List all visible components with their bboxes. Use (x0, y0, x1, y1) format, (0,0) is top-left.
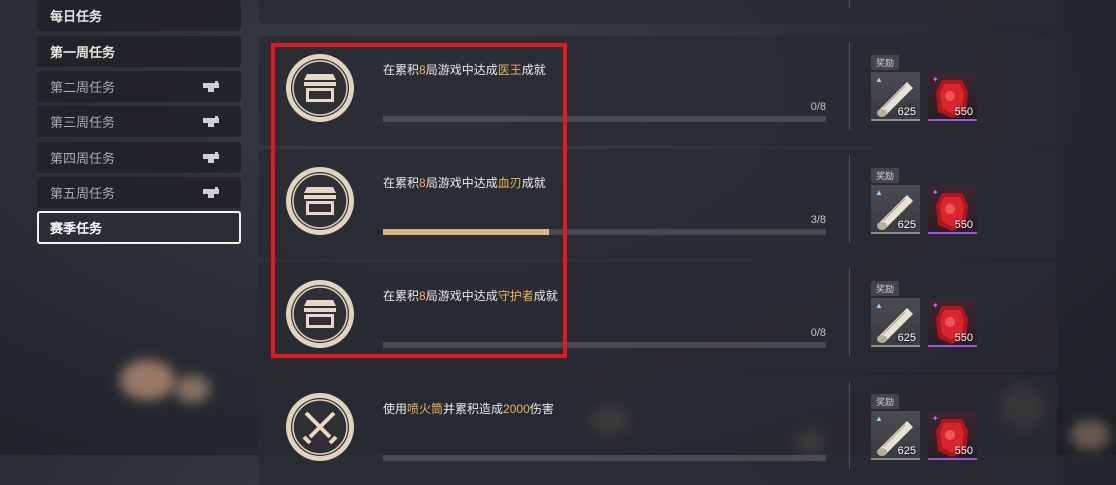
sidebar-item-week2[interactable]: 第二周任务 (37, 71, 241, 102)
progress-bar (383, 455, 826, 461)
item-rarity-icon: ✦ (932, 188, 939, 197)
bokeh-light (175, 375, 210, 403)
item-rarity-icon: ▲ (875, 301, 883, 310)
reward-item-gem[interactable]: ✦ 550 (928, 185, 977, 234)
sidebar-item-label: 第五周任务 (50, 186, 116, 201)
reward-item-gem[interactable]: ✦ 550 (928, 411, 977, 460)
sidebar-item-week3[interactable]: 第三周任务 (37, 106, 241, 137)
reward-qty: 625 (897, 106, 916, 118)
bokeh-light (120, 360, 175, 400)
sidebar-item-week5[interactable]: 第五周任务 (37, 177, 241, 208)
sidebar-item-label: 第二周任务 (50, 80, 116, 95)
reward-qty: 625 (897, 332, 916, 344)
lock-icon (203, 81, 219, 92)
lock-icon (203, 187, 219, 198)
progress-count: 3/8 (810, 214, 826, 226)
task-description: 在累积8局游戏中达成血刃成就 (383, 176, 546, 190)
task-card[interactable]: 使用喷火筒并累积造成2000伤害 奖励 ▲ 625 ✦ 550 (258, 375, 1057, 485)
reward-qty: 550 (954, 445, 973, 457)
sidebar-item-label: 赛季任务 (50, 221, 103, 236)
reward-item-scroll[interactable]: ▲ 625 (871, 72, 920, 121)
item-rarity-icon: ▲ (875, 75, 883, 84)
item-rarity-icon: ▲ (875, 188, 883, 197)
reward-label: 奖励 (871, 281, 900, 296)
reward-item-scroll[interactable]: ▲ 625 (871, 411, 920, 460)
reward-qty: 550 (954, 332, 973, 344)
divider (849, 42, 850, 130)
lock-icon (203, 116, 219, 127)
lock-icon (203, 152, 219, 163)
reward-qty: 550 (954, 106, 973, 118)
sidebar-item-label: 每日任务 (50, 9, 103, 24)
reward-label: 奖励 (871, 394, 900, 409)
divider (849, 381, 850, 469)
sidebar-item-label: 第三周任务 (50, 115, 116, 130)
chest-icon (284, 0, 356, 2)
sidebar-item-daily[interactable]: 每日任务 (37, 0, 241, 31)
item-rarity-icon: ▲ (875, 414, 883, 423)
item-rarity-icon: ✦ (932, 75, 939, 84)
progress-count: 0/8 (810, 327, 826, 339)
divider (849, 268, 850, 356)
sidebar-item-week4[interactable]: 第四周任务 (37, 142, 241, 173)
task-card[interactable]: 在累积8局游戏中达成守护者成就 0/8 奖励 ▲ 625 ✦ 550 (258, 262, 1057, 372)
task-card[interactable]: 在累积8局游戏中达成血刃成就 3/8 奖励 ▲ 625 ✦ 550 (258, 149, 1057, 259)
crossed-swords-icon (284, 391, 356, 463)
task-card[interactable]: 奖励▲625✦550 (258, 0, 1057, 24)
sidebar-item-week1[interactable]: 第一周任务 (37, 36, 241, 67)
reward-item-gem[interactable]: ✦ 550 (928, 72, 977, 121)
reward-qty: 625 (897, 445, 916, 457)
progress-bar (383, 116, 826, 122)
task-card[interactable]: 在累积8局游戏中达成医王成就 0/8 奖励 ▲ 625 ✦ 550 (258, 36, 1057, 146)
sidebar-item-label: 第四周任务 (50, 151, 116, 166)
divider (849, 155, 850, 243)
chest-icon (284, 52, 356, 124)
chest-icon (284, 165, 356, 237)
reward-label: 奖励 (871, 168, 900, 183)
item-rarity-icon: ✦ (932, 301, 939, 310)
chest-icon (284, 278, 356, 350)
reward-qty: 550 (954, 219, 973, 231)
reward-item-scroll[interactable]: ▲ 625 (871, 185, 920, 234)
reward-label: 奖励 (871, 55, 900, 70)
progress-bar (383, 229, 826, 235)
sidebar-item-season[interactable]: 赛季任务 (37, 211, 241, 244)
reward-item-scroll[interactable]: ▲ 625 (871, 298, 920, 347)
progress-bar-fill (383, 229, 550, 235)
item-rarity-icon: ✦ (932, 414, 939, 423)
progress-count: 0/8 (810, 101, 826, 113)
progress-bar (383, 342, 826, 348)
task-description: 在累积8局游戏中达成守护者成就 (383, 289, 558, 303)
divider (849, 0, 850, 8)
reward-qty: 625 (897, 219, 916, 231)
bokeh-light (1070, 420, 1110, 450)
task-description: 使用喷火筒并累积造成2000伤害 (383, 402, 554, 416)
task-description: 在累积8局游戏中达成医王成就 (383, 63, 546, 77)
sidebar-item-label: 第一周任务 (50, 45, 116, 60)
reward-item-gem[interactable]: ✦ 550 (928, 298, 977, 347)
